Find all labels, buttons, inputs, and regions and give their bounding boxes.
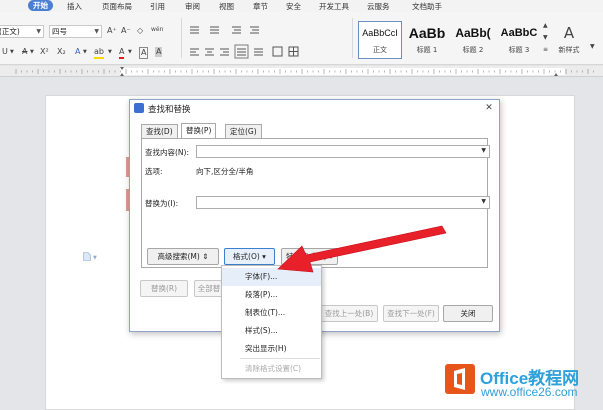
- new-style-button[interactable]: A 新样式: [553, 21, 585, 59]
- tab-developer[interactable]: 开发工具: [319, 1, 349, 12]
- menu-item-clear-format[interactable]: 清除格式设置(C): [222, 360, 321, 378]
- styles-scroll-down-icon[interactable]: ▼: [543, 34, 548, 41]
- chevron-down-icon[interactable]: ▼: [481, 147, 486, 154]
- chevron-down-icon[interactable]: ▼: [10, 47, 14, 57]
- annotation-arrow-icon: [277, 225, 447, 273]
- horizontal-ruler[interactable]: [0, 66, 603, 77]
- advanced-search-button[interactable]: 高级搜索(M) ⇕: [147, 248, 219, 265]
- find-input[interactable]: ▼: [196, 145, 490, 158]
- styles-more-icon[interactable]: ≡: [543, 46, 548, 53]
- chevron-down-icon[interactable]: ▼: [93, 253, 97, 263]
- tab-goto[interactable]: 定位(G): [225, 124, 262, 138]
- toolbar-divider: [181, 18, 182, 58]
- font-name-value: (正文): [0, 27, 20, 36]
- chevron-down-icon: ▼: [94, 28, 99, 35]
- font-size-value: 四号: [52, 27, 67, 36]
- chevron-down-icon[interactable]: ▼: [590, 42, 595, 52]
- wps-app-icon: [134, 103, 144, 113]
- tab-insert[interactable]: 插入: [67, 1, 82, 12]
- grow-font-button[interactable]: A⁺: [107, 26, 117, 36]
- office-logo-icon: [445, 364, 475, 394]
- tab-replace[interactable]: 替换(P): [181, 123, 217, 138]
- close-icon[interactable]: ✕: [482, 102, 496, 114]
- close-button[interactable]: 关闭: [443, 305, 493, 322]
- char-border-button[interactable]: A: [139, 47, 149, 59]
- superscript-button[interactable]: X²: [40, 47, 49, 57]
- tab-view[interactable]: 视图: [219, 1, 234, 12]
- format-dropdown-menu: 字体(F)... 段落(P)... 制表位(T)... 样式(S)... 突出显…: [221, 265, 322, 379]
- replace-button[interactable]: 替换(R): [140, 280, 188, 297]
- tab-chapter[interactable]: 章节: [253, 1, 268, 12]
- menu-item-paragraph[interactable]: 段落(P)...: [222, 286, 321, 304]
- font-style-icon: A: [563, 24, 575, 42]
- new-style-label: 新样式: [558, 46, 580, 54]
- home-toolbar: (正文) ▼ 四号 ▼ A⁺ A⁻ ◇ wén U ▼ A ▼ X² X₂ A …: [0, 12, 603, 65]
- paragraph-tools-icon[interactable]: [188, 23, 348, 63]
- replace-label: 替换为(I):: [145, 199, 179, 208]
- toolbar-divider: [352, 18, 353, 58]
- strikethrough-button[interactable]: A: [22, 47, 27, 57]
- dialog-title-bar[interactable]: 查找和替换 ✕: [130, 100, 499, 117]
- tab-cloud[interactable]: 云服务: [367, 1, 390, 12]
- options-value: 向下,区分全/半角: [196, 167, 254, 176]
- font-name-combo[interactable]: (正文) ▼: [0, 25, 44, 38]
- ribbon-tab-bar: 开始 插入 页面布局 引用 审阅 视图 章节 安全 开发工具 云服务 文档助手: [0, 0, 603, 12]
- tab-home[interactable]: 开始: [28, 0, 53, 11]
- phonetic-button[interactable]: wén: [151, 25, 163, 35]
- tab-review[interactable]: 审阅: [185, 1, 200, 12]
- tab-find[interactable]: 查找(D): [141, 124, 178, 138]
- chevron-down-icon[interactable]: ▼: [108, 47, 112, 57]
- styles-scroll-up-icon[interactable]: ▲: [543, 22, 548, 29]
- tab-assistant[interactable]: 文档助手: [412, 1, 442, 12]
- chevron-down-icon[interactable]: ▼: [481, 198, 486, 205]
- watermark-url: www.office26.com: [481, 385, 578, 399]
- ruler-ticks: [15, 67, 594, 76]
- style-heading-3[interactable]: AaBbC 标题 3: [497, 21, 541, 59]
- font-size-combo[interactable]: 四号 ▼: [49, 25, 102, 38]
- options-label: 选项:: [145, 167, 163, 176]
- replace-input[interactable]: ▼: [196, 196, 490, 209]
- style-heading-2[interactable]: AaBb( 标题 2: [451, 21, 495, 59]
- chevron-down-icon: ▼: [36, 28, 41, 35]
- underline-button[interactable]: U: [2, 47, 8, 57]
- clear-format-button[interactable]: ◇: [137, 26, 143, 36]
- style-heading-1[interactable]: AaBb 标题 1: [405, 21, 449, 59]
- tab-references[interactable]: 引用: [150, 1, 165, 12]
- format-button[interactable]: 格式(O) ▾: [224, 248, 275, 265]
- chevron-down-icon[interactable]: ▼: [128, 47, 132, 57]
- dialog-title: 查找和替换: [148, 105, 191, 115]
- subscript-button[interactable]: X₂: [57, 47, 66, 57]
- find-label: 查找内容(N):: [145, 148, 189, 157]
- replace-all-button[interactable]: 全部替: [194, 280, 224, 297]
- tab-security[interactable]: 安全: [286, 1, 301, 12]
- font-color-button[interactable]: A: [119, 47, 125, 59]
- highlight-button[interactable]: ab: [94, 47, 104, 59]
- menu-item-tabs[interactable]: 制表位(T)...: [222, 304, 321, 322]
- text-effect-button[interactable]: A: [75, 47, 80, 57]
- style-normal[interactable]: AaBbCcI 正文: [358, 21, 402, 59]
- menu-divider: [240, 358, 320, 359]
- menu-item-style[interactable]: 样式(S)...: [222, 322, 321, 340]
- document-icon: [83, 252, 91, 261]
- chevron-down-icon[interactable]: ▼: [83, 47, 87, 57]
- char-shade-button[interactable]: A: [155, 47, 163, 57]
- find-next-button[interactable]: 查找下一处(F): [383, 305, 439, 322]
- shrink-font-button[interactable]: A⁻: [121, 26, 131, 36]
- menu-item-highlight[interactable]: 突出显示(H): [222, 340, 321, 358]
- find-previous-button[interactable]: 查找上一处(B): [320, 305, 378, 322]
- tab-page-layout[interactable]: 页面布局: [102, 1, 132, 12]
- chevron-down-icon[interactable]: ▼: [30, 47, 34, 57]
